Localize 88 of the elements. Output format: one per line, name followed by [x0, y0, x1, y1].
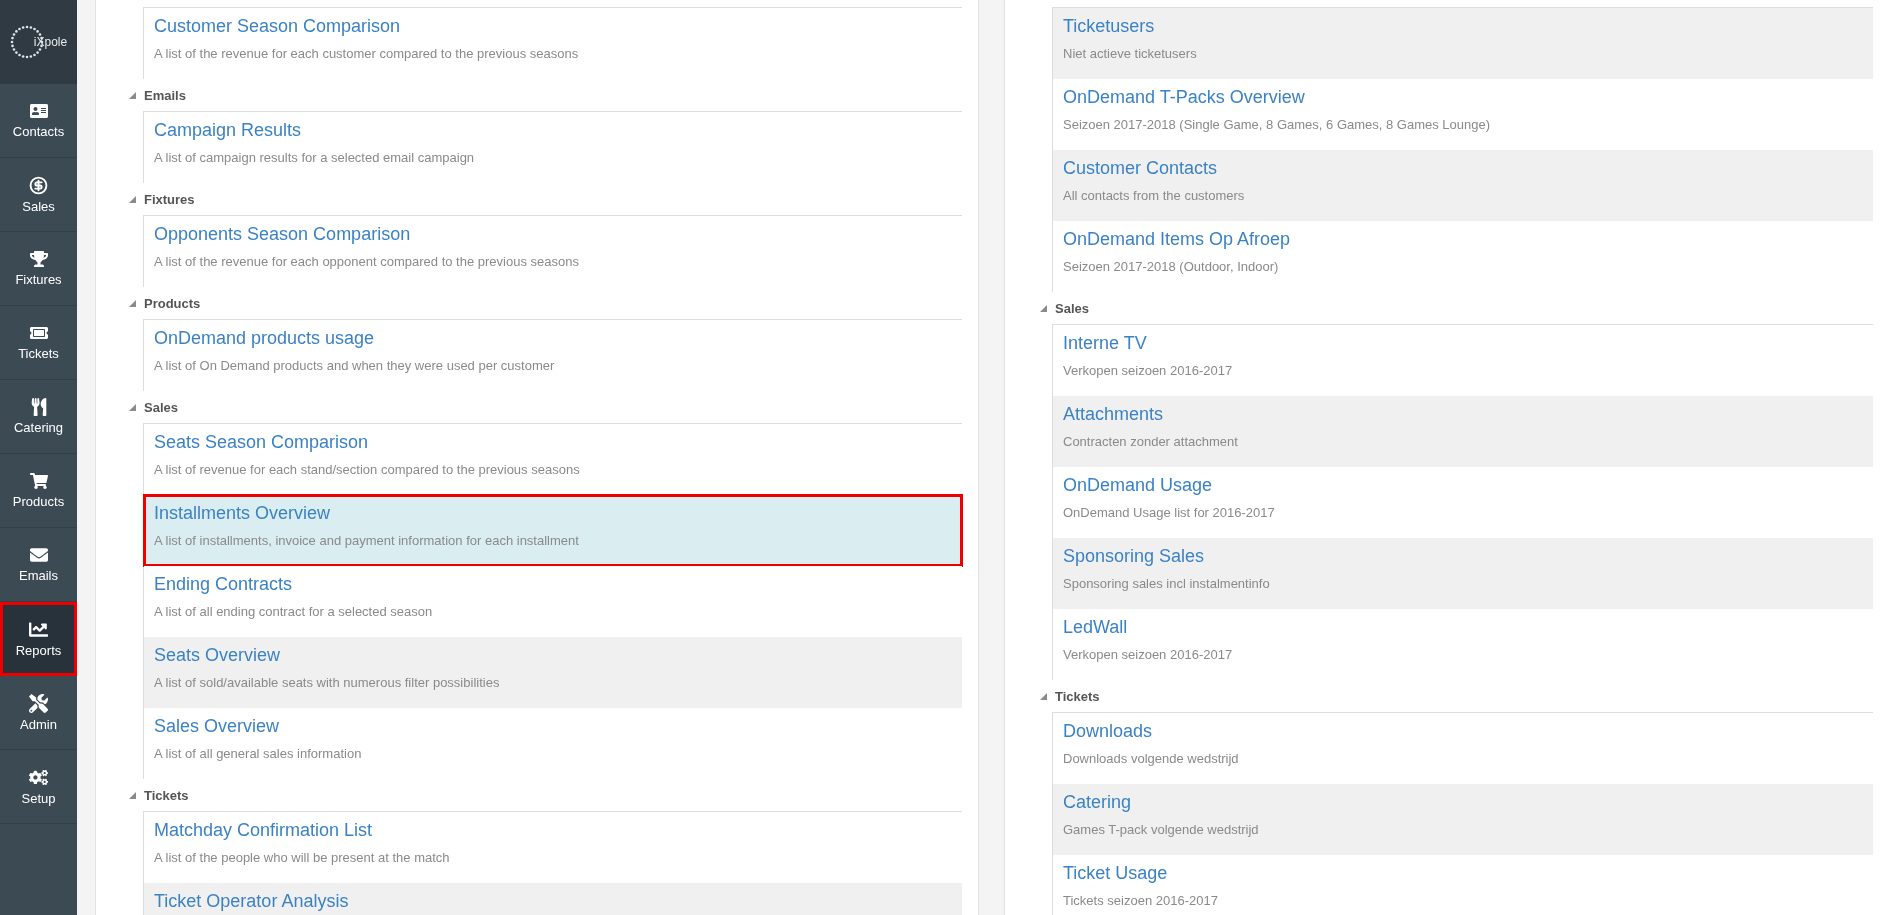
report-title: Ending Contracts: [154, 573, 294, 596]
nav-item[interactable]: Tickets: [0, 306, 77, 380]
gears-icon: [29, 767, 48, 787]
line-chart-icon: [29, 619, 48, 639]
report-title: Sponsoring Sales: [1063, 545, 1206, 568]
cart-icon: [29, 472, 48, 490]
report-title: Installments Overview: [154, 502, 332, 525]
report-item[interactable]: Sponsoring Sales Sponsoring sales incl instalmentinfo: [1053, 538, 1873, 609]
nav-item[interactable]: Reports: [0, 602, 77, 676]
group-heading: Sales: [1055, 300, 1089, 316]
report-description: All contacts from the customers: [1063, 187, 1246, 205]
dollar-coin-icon: [29, 175, 48, 195]
report-description: A list of all general sales information: [154, 745, 363, 763]
report-title: Sales Overview: [154, 715, 281, 738]
report-description: OnDemand Usage list for 2016-2017: [1063, 504, 1276, 522]
expanded-triangle-icon[interactable]: [129, 403, 136, 411]
report-item[interactable]: Catering Games T-pack volgende wedstrijd: [1053, 784, 1873, 855]
report-description: A list of all ending contract for a selected season: [154, 603, 434, 621]
report-description: A list of revenue for each stand/section compared to the previous seasons: [154, 461, 581, 479]
nav-item[interactable]: Contacts: [0, 84, 77, 158]
nav-item[interactable]: Catering: [0, 380, 77, 454]
report-description: A list of campaign results for a selected email campaign: [154, 149, 476, 167]
report-item[interactable]: Customer Contacts All contacts from the customers: [1053, 150, 1873, 221]
report-title: Ticketusers: [1063, 15, 1156, 38]
fork-knife-icon: [29, 398, 48, 416]
report-item[interactable]: Ticketusers Niet actieve ticketusers: [1053, 8, 1873, 79]
nav-item[interactable]: Products: [0, 454, 77, 528]
nav-item[interactable]: Fixtures: [0, 232, 77, 306]
report-description: Niet actieve ticketusers: [1063, 45, 1198, 63]
report-item[interactable]: Installments Overview A list of installments, invoice and payment information for each installment: [144, 495, 962, 566]
expanded-triangle-icon[interactable]: [129, 791, 136, 799]
report-description: A list of On Demand products and when they were used per customer: [154, 357, 556, 375]
expanded-triangle-icon[interactable]: [129, 195, 136, 203]
tools-icon: [29, 693, 48, 713]
group-heading: Products: [144, 295, 201, 311]
report-title: Seats Overview: [154, 644, 282, 667]
report-title: Catering: [1063, 791, 1133, 814]
group-heading: Tickets: [144, 787, 189, 803]
report-item[interactable]: Ticket Operator Analysis: [144, 883, 962, 915]
report-description: A list of the revenue for each customer compared to the previous seasons: [154, 45, 580, 63]
envelope-icon: [29, 546, 48, 564]
report-description: A list of the people who will be present at the match: [154, 849, 451, 867]
report-description: Sponsoring sales incl instalmentinfo: [1063, 575, 1271, 593]
report-title: Ticket Usage: [1063, 862, 1169, 885]
report-item[interactable]: Seats Overview A list of sold/available seats with numerous filter possibilities: [144, 637, 962, 708]
report-title: Downloads: [1063, 720, 1154, 743]
contact-card-icon: [29, 102, 48, 120]
report-description: Contracten zonder attachment: [1063, 433, 1239, 451]
report-description: A list of the revenue for each opponent compared to the previous seasons: [154, 253, 580, 271]
report-title: Seats Season Comparison: [154, 431, 370, 454]
group-heading: Emails: [144, 87, 186, 103]
report-title: LedWall: [1063, 616, 1129, 639]
report-title: Opponents Season Comparison: [154, 223, 412, 246]
report-title: Attachments: [1063, 403, 1165, 426]
nav-item[interactable]: Sales: [0, 158, 77, 232]
expanded-triangle-icon[interactable]: [129, 299, 136, 307]
report-description: Tickets seizoen 2016-2017: [1063, 892, 1219, 910]
report-title: Interne TV: [1063, 332, 1148, 355]
report-description: Verkopen seizoen 2016-2017: [1063, 646, 1234, 664]
report-description: Verkopen seizoen 2016-2017: [1063, 362, 1234, 380]
ticket-icon: [29, 324, 48, 342]
group-heading: Sales: [144, 399, 178, 415]
report-title: OnDemand products usage: [154, 327, 376, 350]
logo: iXpole: [0, 0, 77, 84]
report-title: Campaign Results: [154, 119, 303, 142]
report-description: A list of installments, invoice and payment information for each installment: [154, 532, 580, 550]
report-description: Games T-pack volgende wedstrijd: [1063, 821, 1260, 839]
report-title: Customer Contacts: [1063, 157, 1219, 180]
expanded-triangle-icon[interactable]: [1040, 692, 1047, 700]
expanded-triangle-icon[interactable]: [1040, 304, 1047, 312]
trophy-icon: [29, 250, 48, 268]
report-title: Matchday Confirmation List: [154, 819, 374, 842]
nav-item[interactable]: Emails: [0, 528, 77, 602]
report-title: OnDemand Usage: [1063, 474, 1214, 497]
expanded-triangle-icon[interactable]: [129, 91, 136, 99]
report-title: Customer Season Comparison: [154, 15, 402, 38]
group-heading: Fixtures: [144, 191, 195, 207]
report-title: OnDemand T-Packs Overview: [1063, 86, 1306, 109]
report-description: Seizoen 2017-2018 (Outdoor, Indoor): [1063, 258, 1280, 276]
report-item[interactable]: Attachments Contracten zonder attachment: [1053, 396, 1873, 467]
report-title: Ticket Operator Analysis: [154, 890, 350, 913]
report-description: Downloads volgende wedstrijd: [1063, 750, 1240, 768]
nav-item[interactable]: Admin: [0, 676, 77, 750]
nav-item[interactable]: Setup: [0, 750, 77, 824]
report-description: A list of sold/available seats with numerous filter possibilities: [154, 674, 501, 692]
report-description: Seizoen 2017-2018 (Single Game, 8 Games, 6 Games, 8 Games Lounge): [1063, 116, 1492, 134]
group-heading: Tickets: [1055, 688, 1100, 704]
report-title: OnDemand Items Op Afroep: [1063, 228, 1292, 251]
